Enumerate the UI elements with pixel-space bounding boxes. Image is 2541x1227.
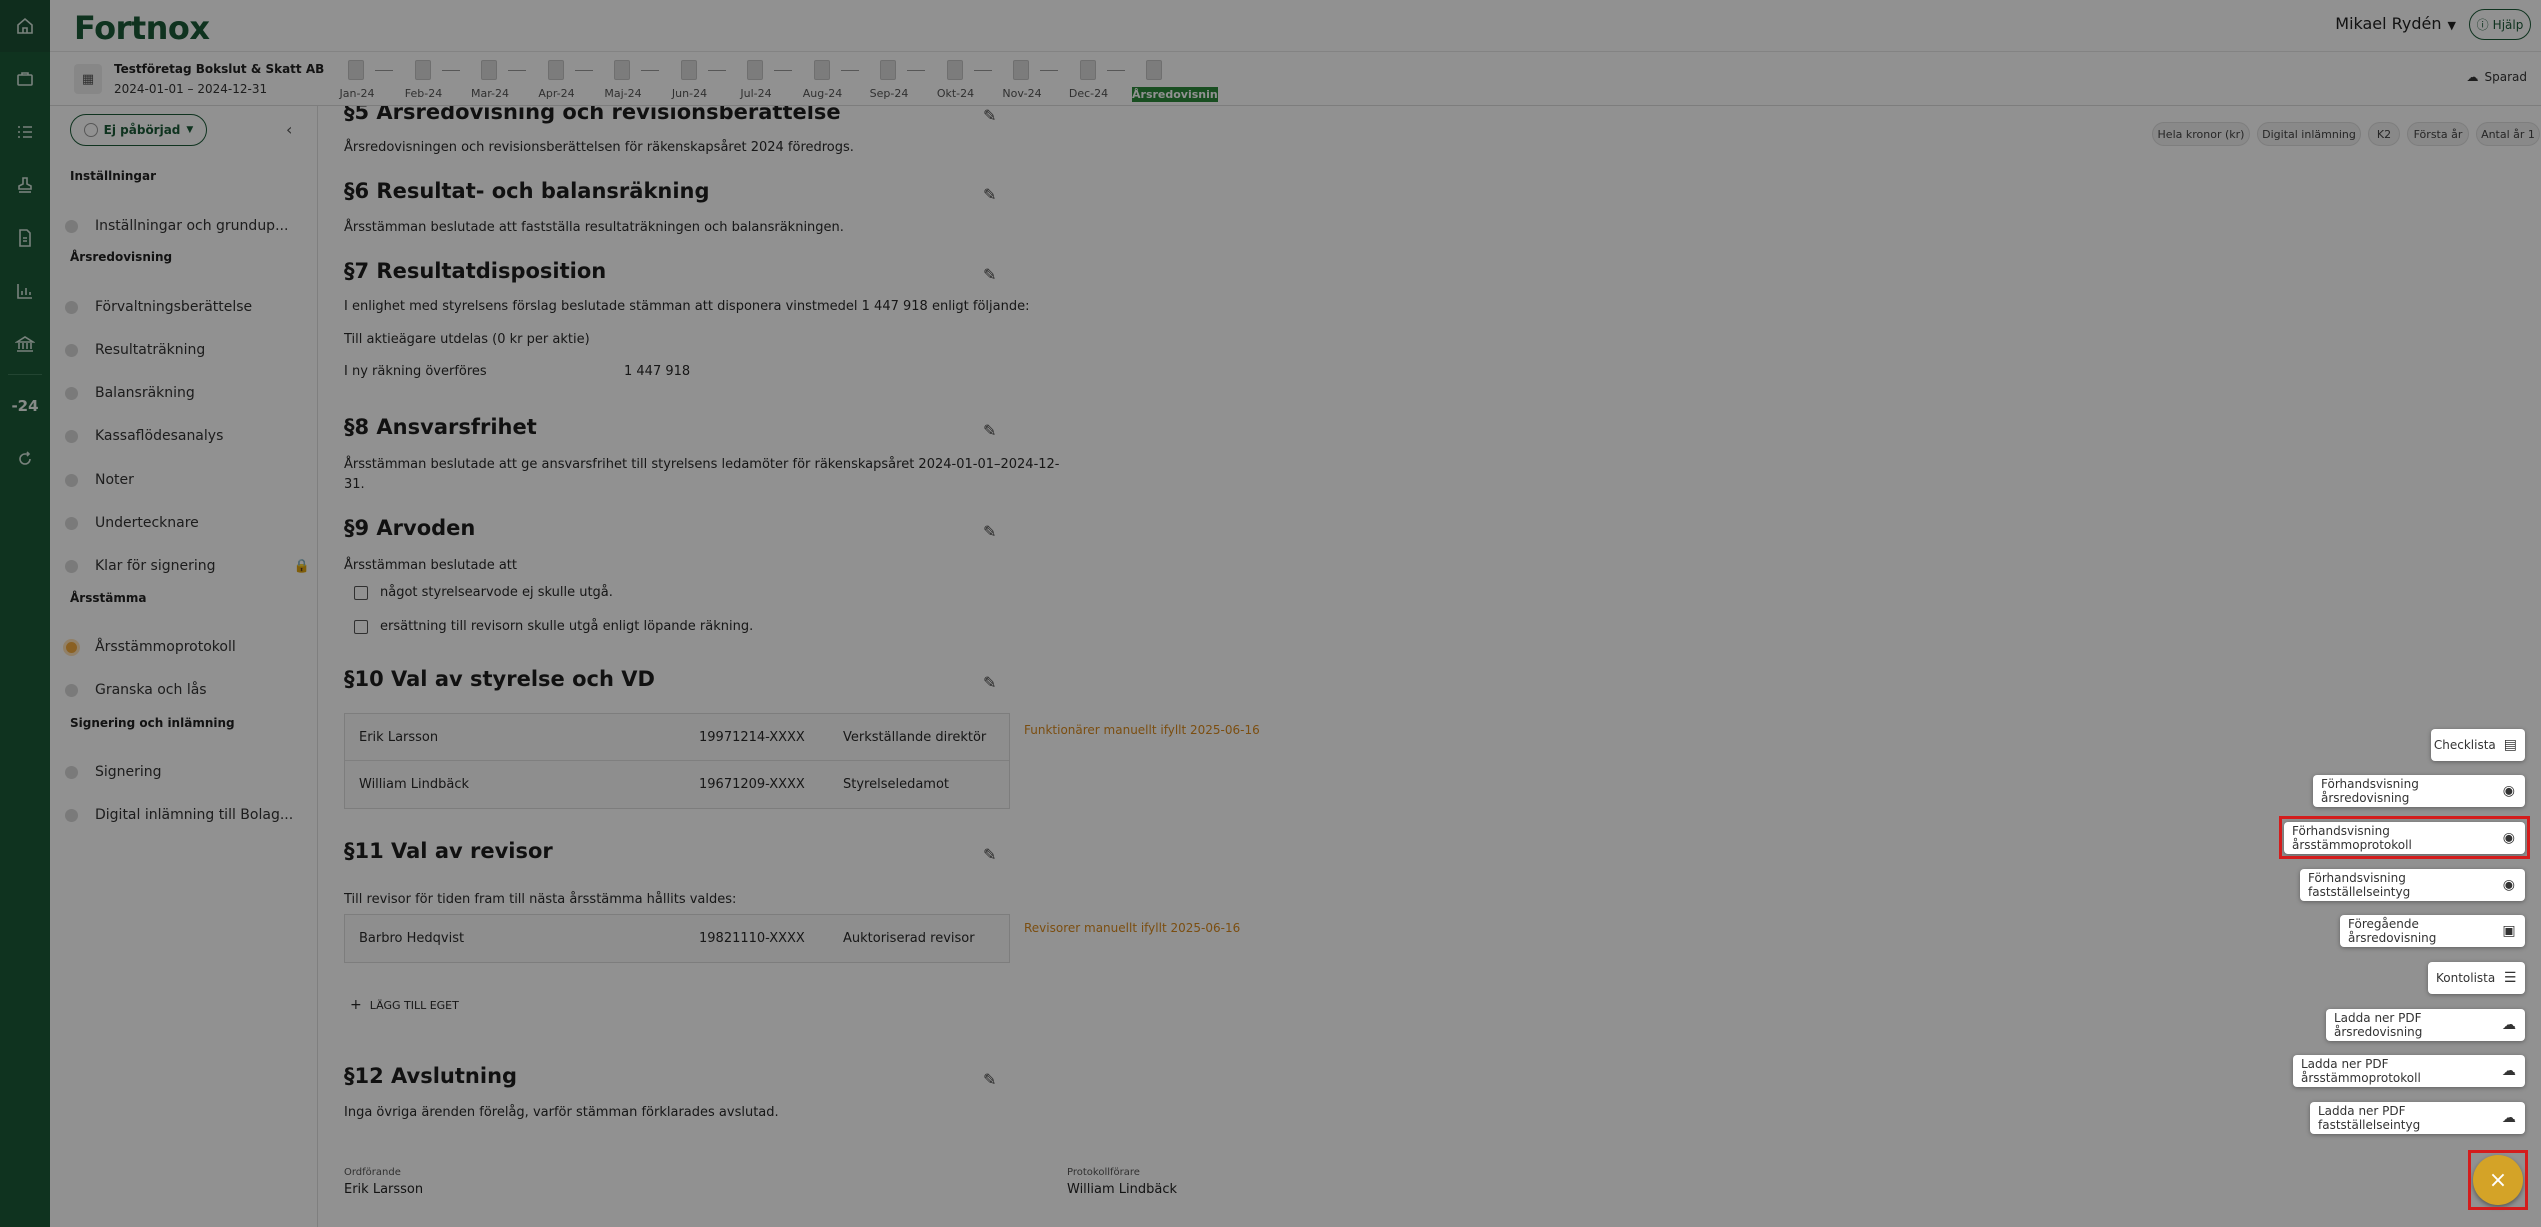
- previous-annual-report-button[interactable]: Föregående årsredovisning ▣: [2340, 915, 2525, 947]
- menu-item-label: Förhandsvisning fastställelseintyg: [2308, 871, 2411, 899]
- cloud-download-icon: ☁: [2502, 1017, 2517, 1033]
- eye-icon: ◉: [2502, 783, 2515, 799]
- cloud-download-icon: ☁: [2501, 1063, 2516, 1079]
- highlight-frame: [2279, 816, 2530, 859]
- modal-overlay[interactable]: [0, 0, 2541, 1227]
- menu-item-label: Ladda ner PDF fastställelseintyg: [2318, 1104, 2421, 1132]
- account-list-button[interactable]: Kontolista ☰: [2428, 962, 2525, 994]
- eye-icon: ◉: [2502, 877, 2515, 893]
- list-icon: ☰: [2503, 970, 2517, 986]
- gallery-icon: ▣: [2502, 923, 2516, 939]
- preview-annual-report-button[interactable]: Förhandsvisning årsredovisning ◉: [2313, 775, 2525, 807]
- menu-item-label: Checklista: [2433, 738, 2496, 752]
- cloud-download-icon: ☁: [2501, 1110, 2516, 1126]
- document-icon: ▤: [2503, 737, 2517, 753]
- download-pdf-annual-report-button[interactable]: Ladda ner PDF årsredovisning ☁: [2326, 1009, 2525, 1041]
- menu-item-label: Förhandsvisning årsredovisning: [2321, 777, 2419, 805]
- menu-item-label: Kontolista: [2436, 971, 2496, 985]
- menu-item-label: Ladda ner PDF årsredovisning: [2334, 1011, 2423, 1039]
- checklist-button[interactable]: Checklista ▤: [2431, 729, 2525, 761]
- preview-certificate-button[interactable]: Förhandsvisning fastställelseintyg ◉: [2300, 869, 2525, 901]
- download-pdf-agm-minutes-button[interactable]: Ladda ner PDF årsstämmoprotokoll ☁: [2293, 1055, 2525, 1087]
- menu-item-label: Ladda ner PDF årsstämmoprotokoll: [2301, 1057, 2421, 1085]
- highlight-frame: [2468, 1150, 2528, 1210]
- menu-item-label: Föregående årsredovisning: [2348, 917, 2437, 945]
- download-pdf-certificate-button[interactable]: Ladda ner PDF fastställelseintyg ☁: [2310, 1102, 2525, 1134]
